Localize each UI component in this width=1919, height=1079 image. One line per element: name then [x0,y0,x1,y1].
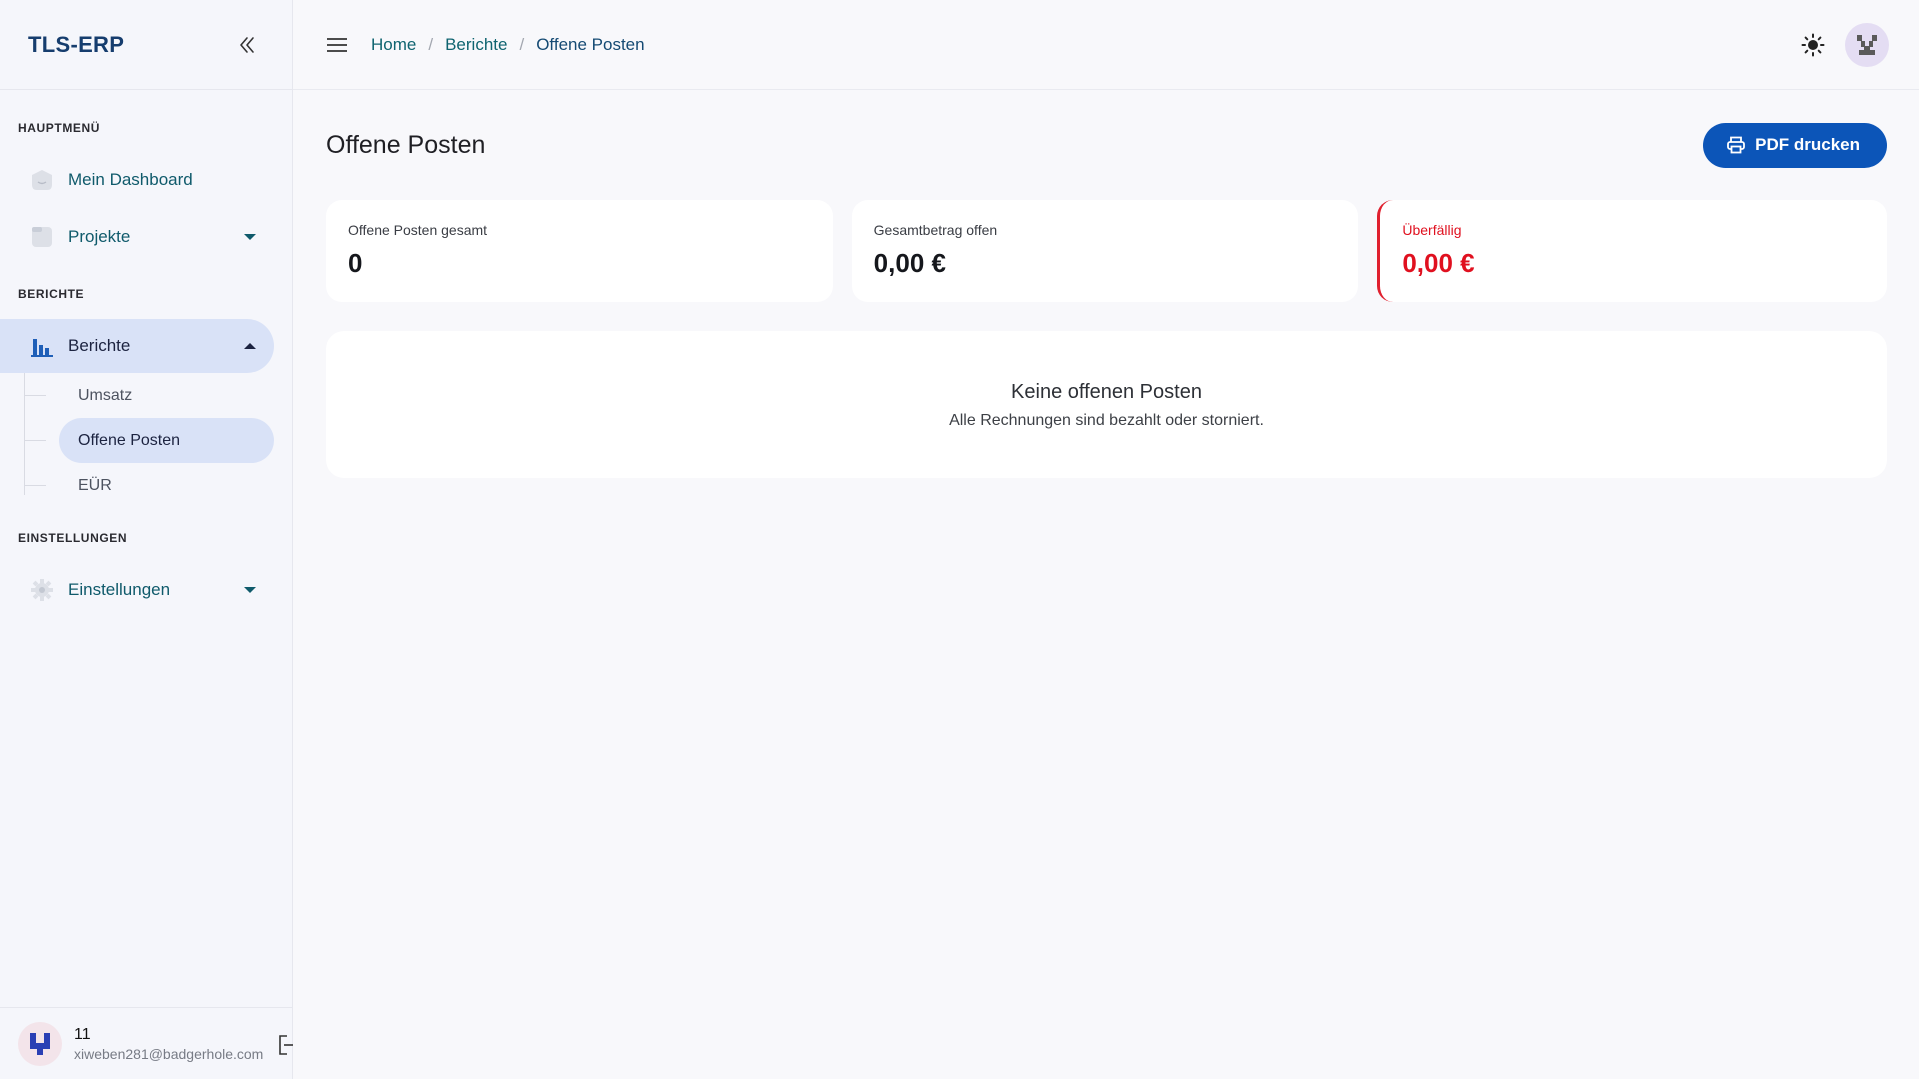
card-value: 0,00 € [1402,248,1475,278]
topbar: Home / Berichte / Offene Posten [293,0,1919,90]
breadcrumb: Home / Berichte / Offene Posten [371,35,645,55]
hamburger-menu-icon[interactable] [325,33,349,57]
sidebar-subitem-open-items[interactable]: Offene Posten [24,418,274,463]
sidebar-item-label: Mein Dashboard [68,170,193,189]
avatar[interactable] [1845,23,1889,67]
collapse-sidebar-icon[interactable] [232,30,262,60]
logout-icon[interactable] [278,1034,294,1061]
title-row: Offene Posten PDF drucken [326,90,1887,200]
empty-state-title: Keine offenen Posten [1011,381,1202,403]
dashboard-icon [30,168,54,192]
card-value: 0,00 € [873,248,946,278]
tree-line [24,373,25,495]
sidebar-item-label: Projekte [68,227,131,246]
empty-state-subtitle: Alle Rechnungen sind bezahlt oder storni… [949,412,1264,429]
chevron-down-icon [244,234,256,240]
sidebar-item-settings[interactable]: Einstellungen [0,563,274,617]
sidebar-header: TLS-ERP [0,0,292,90]
user-bar: 11 xiweben281@badgerhole.com [0,1007,294,1079]
chevron-up-icon [244,343,256,349]
chevron-down-icon [244,587,256,593]
section-label-settings: EINSTELLUNGEN [18,531,128,545]
avatar[interactable] [18,1021,62,1066]
bar-chart-icon [30,334,54,358]
sidebar-subitem-eur[interactable]: EÜR [24,463,274,508]
print-pdf-button-label: PDF drucken [1755,135,1860,154]
main-area: Home / Berichte / Offene Posten Offene P… [293,0,1919,1079]
page-title: Offene Posten [326,130,486,159]
user-name: 11 [74,1025,91,1043]
breadcrumb-separator: / [519,34,525,54]
breadcrumb-separator: / [428,34,434,54]
card-open-items-total: Offene Posten gesamt 0 [326,200,833,302]
empty-state-panel: Keine offenen Posten Alle Rechnungen sin… [326,331,1887,478]
app-root: TLS-ERP HAUPTMENÜ Mein Dashboard Projekt… [0,0,1919,1079]
brand-logo[interactable]: TLS-ERP [28,32,124,58]
section-label-reports: BERICHTE [18,287,85,301]
sidebar-item-label: Berichte [68,336,131,355]
print-pdf-button[interactable]: PDF drucken [1703,122,1887,168]
card-label: Gesamtbetrag offen [873,222,998,238]
sidebar-item-label: Einstellungen [68,580,171,599]
topbar-actions [1791,23,1889,67]
card-total-amount-open: Gesamtbetrag offen 0,00 € [851,200,1359,302]
card-label: Offene Posten gesamt [348,222,488,238]
gear-icon [30,578,54,602]
reports-subnav: Umsatz Offene Posten EÜR [0,373,292,508]
sidebar-item-projects[interactable]: Projekte [0,210,274,264]
sidebar-item-reports[interactable]: Berichte [0,319,274,373]
user-email: xiweben281@badgerhole.com [74,1045,264,1062]
sun-icon[interactable] [1791,23,1835,67]
printer-icon [1727,136,1746,154]
breadcrumb-current: Offene Posten [536,34,645,54]
card-value: 0 [348,248,363,278]
breadcrumb-home[interactable]: Home [371,35,416,55]
summary-cards: Offene Posten gesamt 0 Gesamtbetrag offe… [326,200,1888,302]
sidebar: TLS-ERP HAUPTMENÜ Mein Dashboard Projekt… [0,0,293,1079]
user-info: 11 xiweben281@badgerhole.com [74,1025,263,1063]
section-label-main: HAUPTMENÜ [18,121,101,135]
sidebar-subitem-revenue[interactable]: Umsatz [24,373,274,418]
sidebar-item-dashboard[interactable]: Mein Dashboard [0,153,274,207]
card-label: Überfällig [1402,222,1462,238]
breadcrumb-reports[interactable]: Berichte [445,35,507,55]
folder-icon [30,225,54,249]
card-overdue: Überfällig 0,00 € [1377,200,1888,302]
page-content: Offene Posten PDF drucken Offene Posten … [293,90,1919,478]
